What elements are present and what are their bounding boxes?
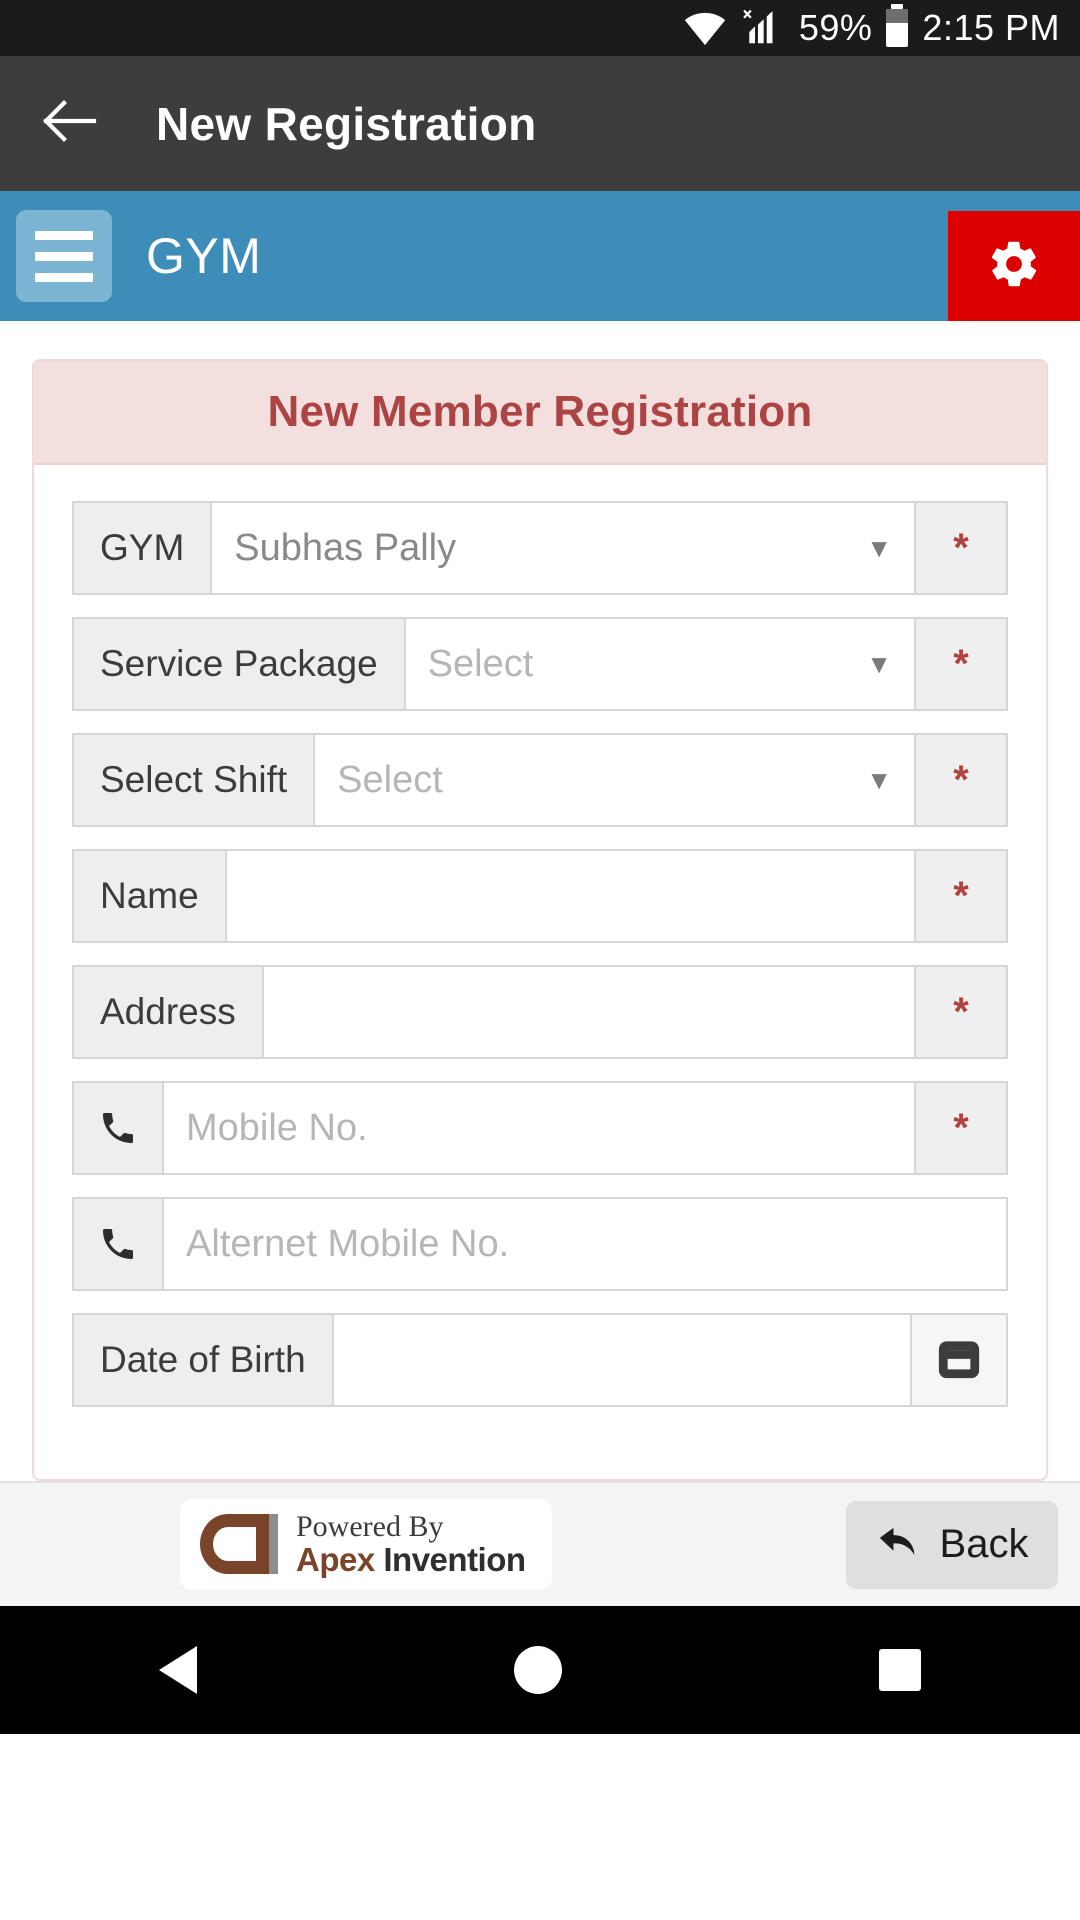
address-input[interactable] [263, 965, 916, 1059]
alternate-mobile-input[interactable]: Alternet Mobile No. [164, 1197, 1008, 1291]
signal-no-sim-icon [741, 9, 785, 47]
footer-bar: Powered By Apex Invention Back [0, 1481, 1080, 1606]
arrow-left-icon[interactable] [42, 98, 98, 149]
settings-button[interactable] [948, 211, 1080, 321]
required-marker: * [916, 617, 1008, 711]
app-bar: New Registration [0, 56, 1080, 191]
form-row-service-package: Service Package Select ▼ * [72, 617, 1008, 711]
page-title: New Registration [156, 97, 537, 150]
android-nav-bar [0, 1606, 1080, 1734]
phone-icon [72, 1197, 164, 1291]
logo-text: Powered By Apex Invention [296, 1511, 526, 1577]
field-label: Select Shift [72, 733, 316, 827]
battery-icon [886, 4, 909, 47]
powered-by-label: Powered By [296, 1510, 444, 1544]
nav-home-circle-icon[interactable] [513, 1646, 562, 1694]
form-row-select-shift: Select Shift Select ▼ * [72, 733, 1008, 827]
form-row-alternate-mobile: Alternet Mobile No. [72, 1197, 1008, 1291]
chevron-down-icon: ▼ [866, 649, 892, 679]
back-button[interactable]: Back [846, 1500, 1058, 1589]
gym-select[interactable]: Subhas Pally ▼ [212, 501, 916, 595]
apex-invention-label: Apex Invention [296, 1540, 526, 1578]
required-marker: * [916, 501, 1008, 595]
card-title: New Member Registration [267, 387, 813, 436]
shift-select[interactable]: Select ▼ [315, 733, 916, 827]
invention-word: Invention [383, 1540, 526, 1578]
form-body: GYM Subhas Pally ▼ * Service Package Sel… [34, 465, 1046, 1407]
field-label: Name [72, 849, 227, 943]
form-row-name: Name * [72, 849, 1008, 943]
name-input[interactable] [226, 849, 916, 943]
field-value: Select [337, 758, 443, 801]
required-marker: * [916, 965, 1008, 1059]
form-row-mobile: Mobile No. * [72, 1081, 1008, 1175]
clock: 2:15 PM [922, 7, 1060, 48]
logo-a-glyph-icon [200, 1514, 269, 1575]
field-label: Address [72, 965, 264, 1059]
back-label: Back [939, 1522, 1029, 1566]
nav-back-triangle-icon[interactable] [158, 1646, 197, 1694]
chevron-down-icon: ▼ [866, 533, 892, 563]
field-value: Subhas Pally [234, 526, 457, 569]
hamburger-menu-icon[interactable] [16, 210, 112, 302]
calendar-icon [938, 1337, 980, 1384]
date-of-birth-input[interactable] [333, 1313, 912, 1407]
registration-card: New Member Registration GYM Subhas Pally… [32, 359, 1048, 1481]
mobile-input[interactable]: Mobile No. [164, 1081, 916, 1175]
gym-title: GYM [146, 228, 262, 284]
field-placeholder: Mobile No. [186, 1106, 368, 1149]
gym-header: GYM [0, 191, 1080, 321]
service-package-select[interactable]: Select ▼ [405, 617, 916, 711]
required-marker: * [916, 1081, 1008, 1175]
status-bar: 59% 2:15 PM [0, 0, 1080, 56]
phone-icon [72, 1081, 164, 1175]
wifi-icon [683, 10, 727, 46]
required-marker: * [916, 733, 1008, 827]
gear-icon [987, 237, 1041, 296]
apex-word: Apex [296, 1540, 384, 1578]
nav-recents-square-icon[interactable] [879, 1649, 922, 1691]
apex-invention-logo: Powered By Apex Invention [180, 1499, 552, 1590]
calendar-picker-button[interactable] [912, 1313, 1008, 1407]
apex-logo-mark [200, 1514, 278, 1575]
battery-percent: 59% [798, 7, 873, 48]
field-label: Date of Birth [72, 1313, 334, 1407]
field-label: Service Package [72, 617, 406, 711]
card-header: New Member Registration [34, 361, 1046, 465]
chevron-down-icon: ▼ [866, 765, 892, 795]
form-row-gym: GYM Subhas Pally ▼ * [72, 501, 1008, 595]
field-placeholder: Alternet Mobile No. [186, 1222, 510, 1265]
field-label: GYM [72, 501, 213, 595]
form-row-address: Address * [72, 965, 1008, 1059]
content-area: New Member Registration GYM Subhas Pally… [0, 321, 1080, 1481]
required-marker: * [916, 849, 1008, 943]
field-value: Select [427, 642, 534, 685]
undo-arrow-icon [876, 1522, 920, 1567]
form-row-date-of-birth: Date of Birth [72, 1313, 1008, 1407]
